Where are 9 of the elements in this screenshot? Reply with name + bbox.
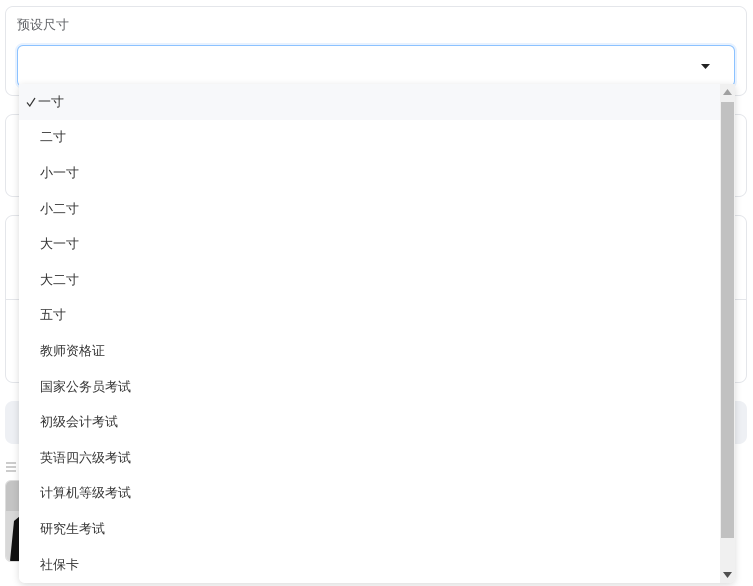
check-icon	[26, 96, 36, 107]
field-label: 预设尺寸	[17, 17, 70, 35]
dropdown-option[interactable]: 一寸	[19, 84, 720, 120]
select-field[interactable]	[17, 45, 735, 87]
list-icon	[6, 462, 16, 472]
scroll-down-icon[interactable]	[723, 572, 732, 578]
scroll-up-icon[interactable]	[723, 89, 732, 95]
scrollbar[interactable]	[720, 84, 735, 583]
caret-icon	[701, 64, 710, 68]
